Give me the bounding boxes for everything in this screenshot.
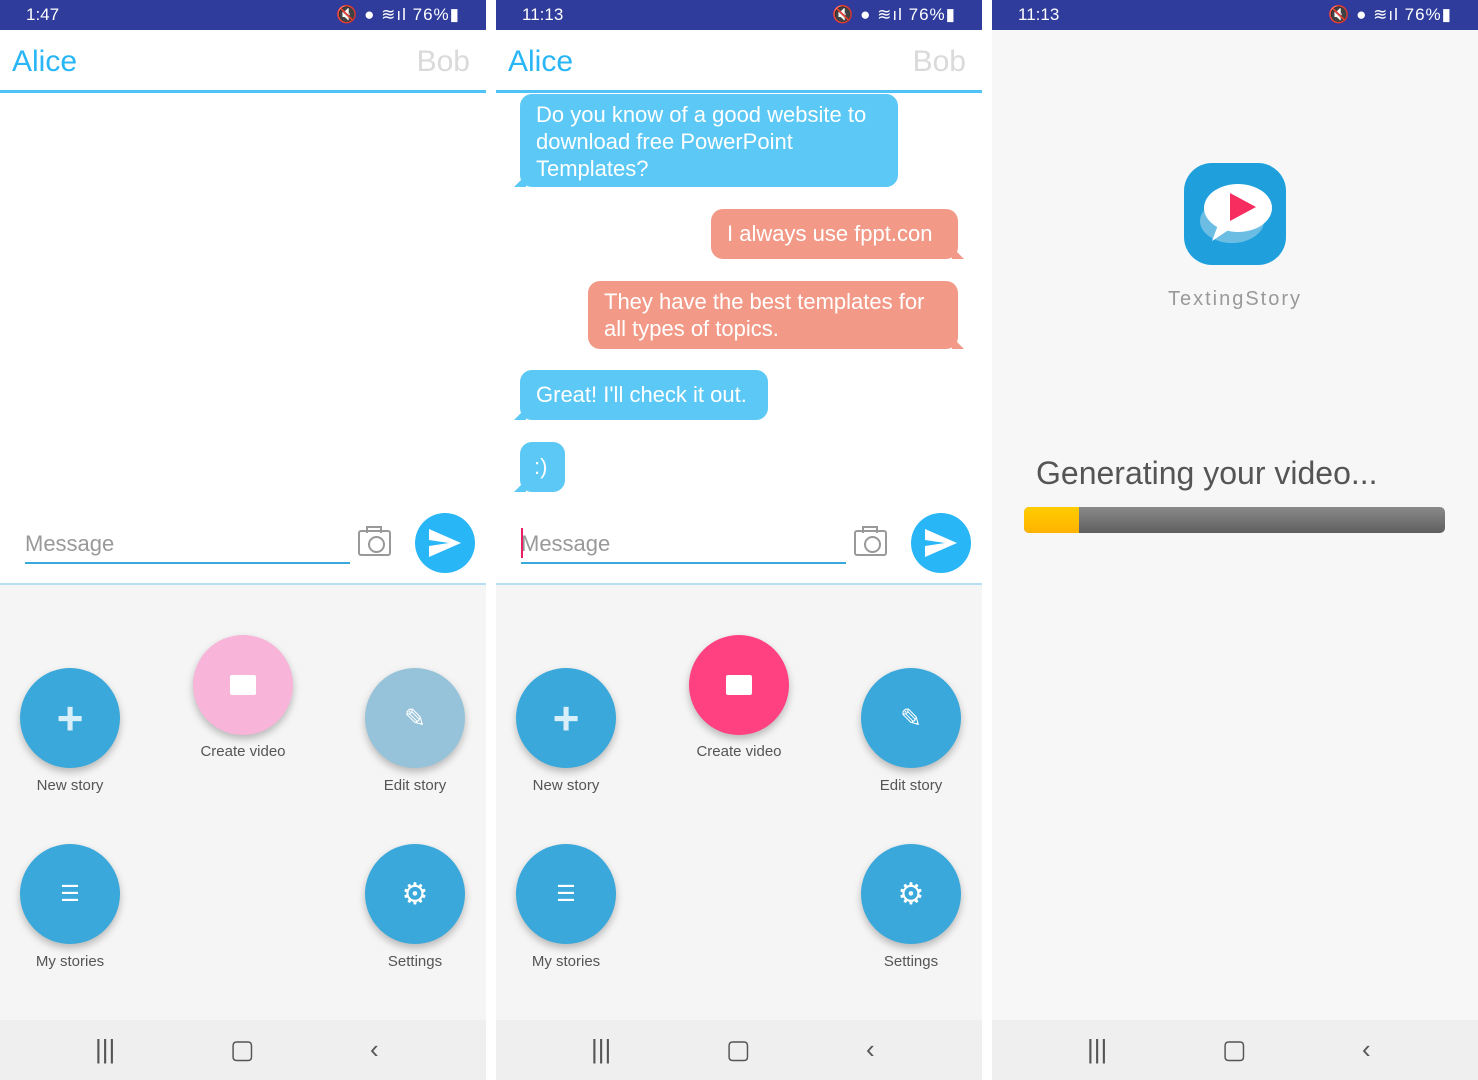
back-icon[interactable]: ‹ xyxy=(1362,1034,1371,1065)
sender-alice-tab[interactable]: Alice xyxy=(12,45,77,79)
new-story-button[interactable]: + xyxy=(516,668,616,768)
home-icon[interactable]: ▢ xyxy=(230,1034,255,1065)
message-bubble-bob[interactable]: They have the best templates for all typ… xyxy=(588,281,964,349)
create-video-label: Create video xyxy=(200,743,286,760)
home-icon[interactable]: ▢ xyxy=(1222,1034,1247,1065)
create-video-button[interactable] xyxy=(689,635,789,735)
my-stories-button[interactable]: ☰ xyxy=(20,844,120,944)
chat-header: Alice Bob xyxy=(496,30,982,93)
list-icon: ☰ xyxy=(60,881,80,906)
status-time: 1:47 xyxy=(26,5,60,24)
sender-alice-tab[interactable]: Alice xyxy=(508,45,573,79)
chat-header: Alice Bob xyxy=(0,30,486,93)
settings-button[interactable]: ⚙ xyxy=(365,844,465,944)
home-icon[interactable]: ▢ xyxy=(726,1034,751,1065)
message-input[interactable]: Message xyxy=(25,531,350,564)
send-icon xyxy=(429,529,461,557)
message-bubble-alice[interactable]: Do you know of a good website to downloa… xyxy=(514,94,898,187)
signal-icons: 🔇 ● ≋ıl xyxy=(1328,5,1405,24)
camera-icon[interactable] xyxy=(854,526,887,556)
gear-icon: ⚙ xyxy=(401,877,429,911)
settings-button[interactable]: ⚙ xyxy=(861,844,961,944)
recents-icon[interactable]: ||| xyxy=(1087,1034,1107,1065)
back-icon[interactable]: ‹ xyxy=(866,1034,875,1065)
screen-empty-chat: 1:47 🔇 ● ≋ıl 76%▮ Alice Bob Message + Ne… xyxy=(0,0,486,1080)
new-story-label: New story xyxy=(36,777,104,794)
battery-icon: ▮ xyxy=(945,5,956,24)
pencil-icon: ✎ xyxy=(404,702,426,733)
gear-icon: ⚙ xyxy=(897,877,925,911)
progress-fill xyxy=(1024,507,1079,533)
app-logo xyxy=(1184,163,1286,265)
clapperboard-icon xyxy=(726,675,752,695)
battery-level: 76% xyxy=(412,5,450,24)
send-icon xyxy=(925,529,957,557)
camera-icon[interactable] xyxy=(358,526,391,556)
my-stories-label: My stories xyxy=(35,953,105,970)
back-icon[interactable]: ‹ xyxy=(370,1034,379,1065)
create-video-label: Create video xyxy=(696,743,782,760)
edit-story-button[interactable]: ✎ xyxy=(861,668,961,768)
status-time: 11:13 xyxy=(1018,5,1060,24)
system-nav-bar: ||| ▢ ‹ xyxy=(0,1020,486,1080)
message-bubble-alice[interactable]: :) xyxy=(514,442,565,492)
battery-level: 76% xyxy=(908,5,946,24)
action-panel: + New story Create video ✎ Edit story ☰ … xyxy=(0,585,486,1020)
status-bar: 11:13 🔇 ● ≋ıl 76%▮ xyxy=(496,0,982,30)
message-bubble-alice[interactable]: Great! I'll check it out. xyxy=(514,370,768,420)
recents-icon[interactable]: ||| xyxy=(95,1034,115,1065)
screen-chat: 11:13 🔇 ● ≋ıl 76%▮ Alice Bob Do you know… xyxy=(496,0,982,1080)
sender-bob-tab[interactable]: Bob xyxy=(913,45,966,79)
status-bar: 1:47 🔇 ● ≋ıl 76%▮ xyxy=(0,0,486,30)
create-video-button[interactable] xyxy=(193,635,293,735)
new-story-button[interactable]: + xyxy=(20,668,120,768)
status-time: 11:13 xyxy=(522,5,564,24)
recents-icon[interactable]: ||| xyxy=(591,1034,611,1065)
my-stories-label: My stories xyxy=(531,953,601,970)
sender-bob-tab[interactable]: Bob xyxy=(417,45,470,79)
edit-story-label: Edit story xyxy=(383,777,447,794)
generating-message: Generating your video... xyxy=(1036,455,1378,491)
plus-icon: + xyxy=(56,692,84,744)
signal-icons: 🔇 ● ≋ıl xyxy=(832,5,909,24)
action-panel: + New story Create video ✎ Edit story ☰ … xyxy=(496,585,982,1020)
screen-generating: 11:13 🔇 ● ≋ıl 76%▮ TextingStory Generati… xyxy=(992,0,1478,1080)
new-story-label: New story xyxy=(532,777,600,794)
plus-icon: + xyxy=(552,692,580,744)
status-bar: 11:13 🔇 ● ≋ıl 76%▮ xyxy=(992,0,1478,30)
system-nav-bar: ||| ▢ ‹ xyxy=(992,1020,1478,1080)
message-bubble-bob[interactable]: I always use fppt.con xyxy=(711,209,964,259)
message-input[interactable]: Message xyxy=(521,531,846,564)
battery-level: 76% xyxy=(1404,5,1442,24)
battery-icon: ▮ xyxy=(1441,5,1452,24)
signal-icons: 🔇 ● ≋ıl xyxy=(336,5,413,24)
app-name: TextingStory xyxy=(1167,288,1303,310)
edit-story-label: Edit story xyxy=(879,777,943,794)
edit-story-button[interactable]: ✎ xyxy=(365,668,465,768)
clapperboard-icon xyxy=(230,675,256,695)
settings-label: Settings xyxy=(883,953,939,970)
settings-label: Settings xyxy=(387,953,443,970)
pencil-icon: ✎ xyxy=(900,702,922,733)
send-button[interactable] xyxy=(911,513,971,573)
battery-icon: ▮ xyxy=(449,5,460,24)
progress-bar xyxy=(1024,507,1445,533)
list-icon: ☰ xyxy=(556,881,576,906)
my-stories-button[interactable]: ☰ xyxy=(516,844,616,944)
system-nav-bar: ||| ▢ ‹ xyxy=(496,1020,982,1080)
send-button[interactable] xyxy=(415,513,475,573)
text-cursor xyxy=(521,528,523,558)
